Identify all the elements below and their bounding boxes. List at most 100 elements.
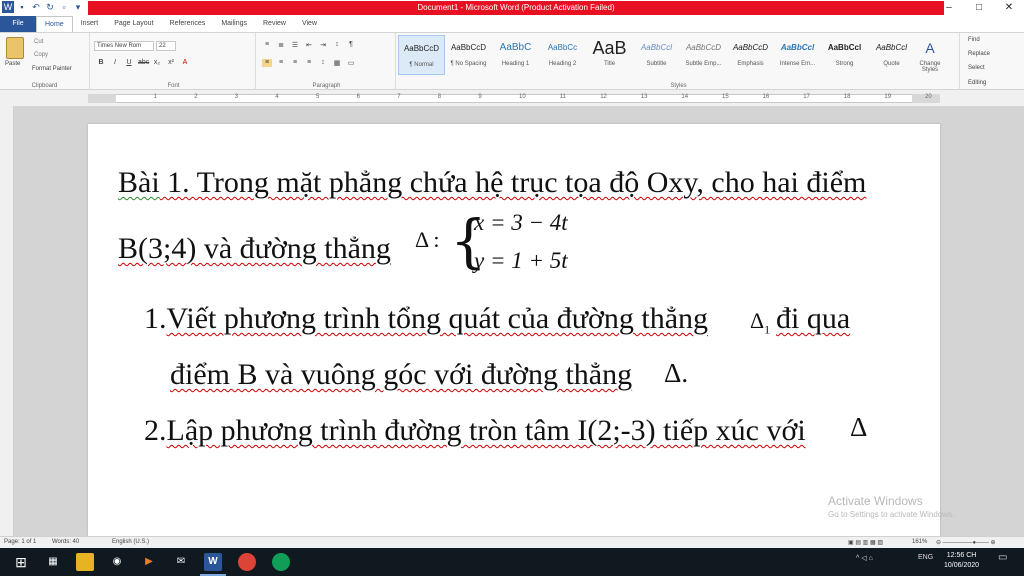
align-right-icon[interactable]: ≡ <box>290 59 300 67</box>
borders-icon[interactable]: ▭ <box>346 59 356 67</box>
zoom-slider[interactable]: ⊖ ───────●─── ⊕ <box>936 539 996 546</box>
style-subtle-emphasis[interactable]: AaBbCcD Subtle Emp... <box>680 35 727 75</box>
change-styles-button[interactable]: A Change Styles <box>915 35 945 75</box>
sort-icon[interactable]: ↕ <box>332 41 342 49</box>
italic-button[interactable]: I <box>110 59 120 66</box>
document-page[interactable]: Bài 1. Trong mặt phẳng chứa hệ trục tọa … <box>88 124 940 536</box>
mail-icon[interactable]: ✉ <box>172 553 190 571</box>
style-name: Title <box>603 61 616 67</box>
restore-button[interactable]: □ <box>964 0 994 16</box>
language-indicator[interactable]: English (U.S.) <box>112 539 149 545</box>
view-buttons[interactable]: ▣ ▤ ▥ ▦ ▧ <box>848 539 883 546</box>
superscript-button[interactable]: x² <box>166 59 176 66</box>
paste-icon[interactable] <box>6 37 24 59</box>
notification-icon[interactable]: ▭ <box>998 552 1007 563</box>
store-icon[interactable]: ▦ <box>44 553 62 571</box>
style-intense-emphasis[interactable]: AaBbCcl Intense Em... <box>774 35 821 75</box>
minimize-button[interactable]: – <box>934 0 964 16</box>
chrome-icon[interactable] <box>238 553 256 571</box>
style-strong[interactable]: AaBbCcl Strong <box>821 35 868 75</box>
font-size-box[interactable]: 22 <box>156 41 176 51</box>
find-button[interactable]: Find <box>968 37 980 43</box>
page-count[interactable]: Page: 1 of 1 <box>4 539 36 545</box>
title-bar: W ▪ ↶ ↻ ▫ ▾ Document1 - Microsoft Word (… <box>0 0 1024 16</box>
ruler-left-margin <box>88 94 116 103</box>
align-left-icon[interactable]: ≡ <box>262 59 272 67</box>
windows-start-icon[interactable]: ⊞ <box>12 553 30 571</box>
print-icon[interactable]: ▫ <box>58 1 70 13</box>
style-emphasis[interactable]: AaBbCcD Emphasis <box>727 35 774 75</box>
style-name: Heading 2 <box>548 61 577 67</box>
close-button[interactable]: ✕ <box>994 0 1024 16</box>
style-normal[interactable]: AaBbCcD ¶ Normal <box>398 35 445 75</box>
copy-button[interactable]: Copy <box>34 52 48 58</box>
replace-button[interactable]: Replace <box>968 51 990 57</box>
tab-page-layout[interactable]: Page Layout <box>106 16 161 32</box>
ruler-track[interactable] <box>88 94 940 103</box>
clock-date: 10/06/2020 <box>944 562 980 569</box>
taskbar-clock[interactable]: 12:56 CH 10/06/2020 <box>944 551 979 571</box>
tab-review[interactable]: Review <box>255 16 294 32</box>
word-window: W ▪ ↶ ↻ ▫ ▾ Document1 - Microsoft Word (… <box>0 0 1024 576</box>
save-icon[interactable]: ▪ <box>16 1 28 13</box>
underline-button[interactable]: U <box>124 59 134 66</box>
ruler-number: 5 <box>316 94 320 100</box>
paste-button[interactable]: Paste <box>5 61 20 67</box>
numbering-icon[interactable]: ≣ <box>276 41 286 49</box>
file-explorer-icon[interactable] <box>76 553 94 571</box>
media-player-icon[interactable]: ▶ <box>140 553 158 571</box>
style-name: Heading 1 <box>501 61 530 67</box>
style-name: Subtitle <box>646 61 667 67</box>
ruler-number: 7 <box>397 94 401 100</box>
camera-icon[interactable]: ◉ <box>108 553 126 571</box>
system-tray-icons[interactable]: ^ ◁ ⌂ <box>856 554 873 562</box>
tab-references[interactable]: References <box>162 16 214 32</box>
font-name-box[interactable]: Times New Rom <box>94 41 154 51</box>
pilcrow-icon[interactable]: ¶ <box>346 41 356 49</box>
multilevel-icon[interactable]: ☰ <box>290 41 300 49</box>
status-bar: Page: 1 of 1 Words: 40 English (U.S.) ▣ … <box>0 536 1024 548</box>
style-heading-2[interactable]: AaBbCc Heading 2 <box>539 35 586 75</box>
select-button[interactable]: Select <box>968 65 985 71</box>
word-icon[interactable]: W <box>2 1 14 13</box>
paragraph-row-2: ≡ ≡ ≡ ≡ ↕ ▦ ▭ <box>262 59 356 67</box>
delta-2-symbol: Δ <box>850 412 868 442</box>
strikethrough-button[interactable]: abc <box>138 59 149 66</box>
language-tray[interactable]: ENG <box>918 554 933 561</box>
style-no-spacing[interactable]: AaBbCcD ¶ No Spacing <box>445 35 492 75</box>
list-item-1-tail-text: đi qua <box>776 302 851 335</box>
paragraph-row-1: ≡ ≣ ☰ ⇤ ⇥ ↕ ¶ <box>262 41 356 49</box>
chrome-profile-icon[interactable] <box>272 553 290 571</box>
cut-button[interactable]: Cut <box>34 39 43 45</box>
align-center-icon[interactable]: ≡ <box>276 59 286 67</box>
line-spacing-icon[interactable]: ↕ <box>318 59 328 67</box>
decrease-indent-icon[interactable]: ⇤ <box>304 41 314 49</box>
watermark-line-2: Go to Settings to activate Windows. <box>828 510 955 519</box>
increase-indent-icon[interactable]: ⇥ <box>318 41 328 49</box>
style-subtitle[interactable]: AaBbCcl Subtitle <box>633 35 680 75</box>
ruler-number: 12 <box>600 94 607 100</box>
subscript-button[interactable]: x₂ <box>152 59 162 66</box>
customize-icon[interactable]: ▾ <box>72 1 84 13</box>
tab-insert[interactable]: Insert <box>73 16 107 32</box>
bullets-icon[interactable]: ≡ <box>262 41 272 49</box>
style-heading-1[interactable]: AaBbC Heading 1 <box>492 35 539 75</box>
zoom-level[interactable]: 161% <box>912 539 927 545</box>
bold-button[interactable]: B <box>96 59 106 66</box>
justify-icon[interactable]: ≡ <box>304 59 314 67</box>
redo-icon[interactable]: ↻ <box>44 1 56 13</box>
tab-home[interactable]: Home <box>36 16 73 32</box>
change-styles-label: Change Styles <box>919 61 941 73</box>
word-taskbar-icon[interactable]: W <box>204 553 222 571</box>
tab-file[interactable]: File <box>0 16 36 32</box>
shading-icon[interactable]: ▦ <box>332 59 342 67</box>
style-title[interactable]: AaB Title <box>586 35 633 75</box>
format-painter-button[interactable]: Format Painter <box>32 66 72 72</box>
style-quote[interactable]: AaBbCcl Quote <box>868 35 915 75</box>
word-count[interactable]: Words: 40 <box>52 539 79 545</box>
tab-mailings[interactable]: Mailings <box>213 16 255 32</box>
tab-view[interactable]: View <box>294 16 325 32</box>
undo-icon[interactable]: ↶ <box>30 1 42 13</box>
style-preview: AaBbCcD <box>685 43 722 52</box>
font-color-button[interactable]: A <box>180 59 190 66</box>
